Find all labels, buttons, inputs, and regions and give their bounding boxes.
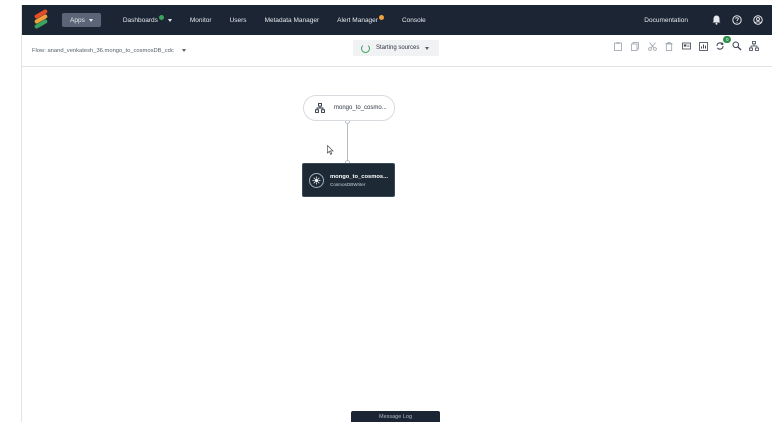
documentation-link[interactable]: Documentation — [644, 17, 688, 24]
sync-badge: 0 — [723, 36, 731, 43]
card-icon[interactable] — [681, 41, 691, 51]
target-node-text: mongo_to_cosmos... CosmosDBWriter — [330, 174, 388, 187]
nav-monitor[interactable]: Monitor — [190, 13, 212, 27]
flow-toolbar: Flow: anand_venkatesh_36.mongo_to_cosmos… — [22, 35, 772, 67]
target-node-type: CosmosDBWriter — [330, 181, 366, 187]
hierarchy-icon[interactable] — [749, 41, 759, 51]
nav-metadata-manager[interactable]: Metadata Manager — [265, 13, 320, 27]
chart-icon[interactable] — [698, 41, 708, 51]
copy-icon[interactable] — [630, 41, 640, 51]
chevron-down-icon — [167, 18, 172, 22]
nav-metadata-manager-label: Metadata Manager — [264, 16, 320, 24]
flow-status-dropdown[interactable]: Starting sources — [353, 40, 439, 56]
nav-apps[interactable]: Apps — [62, 13, 101, 27]
nav-apps-label: Apps — [70, 16, 85, 24]
target-node-name: mongo_to_cosmos... — [330, 173, 388, 180]
chevron-down-icon — [425, 46, 430, 50]
delete-icon[interactable] — [664, 41, 674, 51]
chevron-down-icon — [181, 49, 186, 52]
target-node[interactable]: mongo_to_cosmos... CosmosDBWriter — [302, 163, 395, 197]
nav-console-label: Console — [401, 16, 426, 24]
toolbar-actions: 0 — [606, 36, 759, 51]
cut-icon[interactable] — [647, 41, 657, 51]
status-dot-icon — [158, 15, 164, 20]
paste-icon[interactable] — [613, 41, 623, 51]
alert-dot-icon — [378, 15, 384, 20]
user-icon[interactable] — [752, 14, 764, 26]
flow-name: Flow: anand_venkatesh_36.mongo_to_cosmos… — [32, 47, 174, 54]
loading-spinner-icon — [361, 43, 370, 53]
nav-monitor-label: Monitor — [189, 16, 212, 24]
nav-alert-manager[interactable]: Alert Manager — [337, 13, 384, 27]
flow-edge — [347, 121, 348, 163]
source-node[interactable]: mongo_to_cosmo... — [303, 95, 395, 121]
mouse-cursor-icon — [327, 142, 334, 160]
app-frame: Apps Dashboards Monitor Users Metadata M… — [21, 5, 772, 422]
nav-right: Documentation — [644, 14, 772, 26]
message-log-tab[interactable]: Message Log — [351, 411, 440, 422]
top-nav: Apps Dashboards Monitor Users Metadata M… — [22, 5, 772, 35]
chevron-down-icon — [88, 18, 93, 22]
source-node-icon — [315, 103, 325, 113]
nav-dashboards[interactable]: Dashboards — [123, 13, 172, 27]
bell-icon[interactable] — [710, 14, 722, 26]
help-icon[interactable] — [731, 14, 743, 26]
nav-users[interactable]: Users — [230, 13, 247, 27]
sync-icon[interactable]: 0 — [715, 36, 731, 51]
flow-canvas[interactable]: mongo_to_cosmo... mongo_to_cosmos... Cos… — [22, 67, 772, 422]
source-node-label: mongo_to_cosmo... — [334, 105, 387, 111]
nav-dashboards-label: Dashboards — [122, 16, 158, 24]
logo-icon[interactable] — [33, 8, 49, 30]
flow-selector[interactable]: Flow: anand_venkatesh_36.mongo_to_cosmos… — [32, 48, 186, 54]
cosmosdb-icon — [309, 172, 324, 188]
flow-status-label: Starting sources — [376, 45, 420, 51]
nav-console[interactable]: Console — [402, 13, 426, 27]
nav-alert-manager-label: Alert Manager — [337, 16, 378, 24]
nav-users-label: Users — [229, 16, 247, 24]
search-icon[interactable] — [732, 41, 742, 51]
